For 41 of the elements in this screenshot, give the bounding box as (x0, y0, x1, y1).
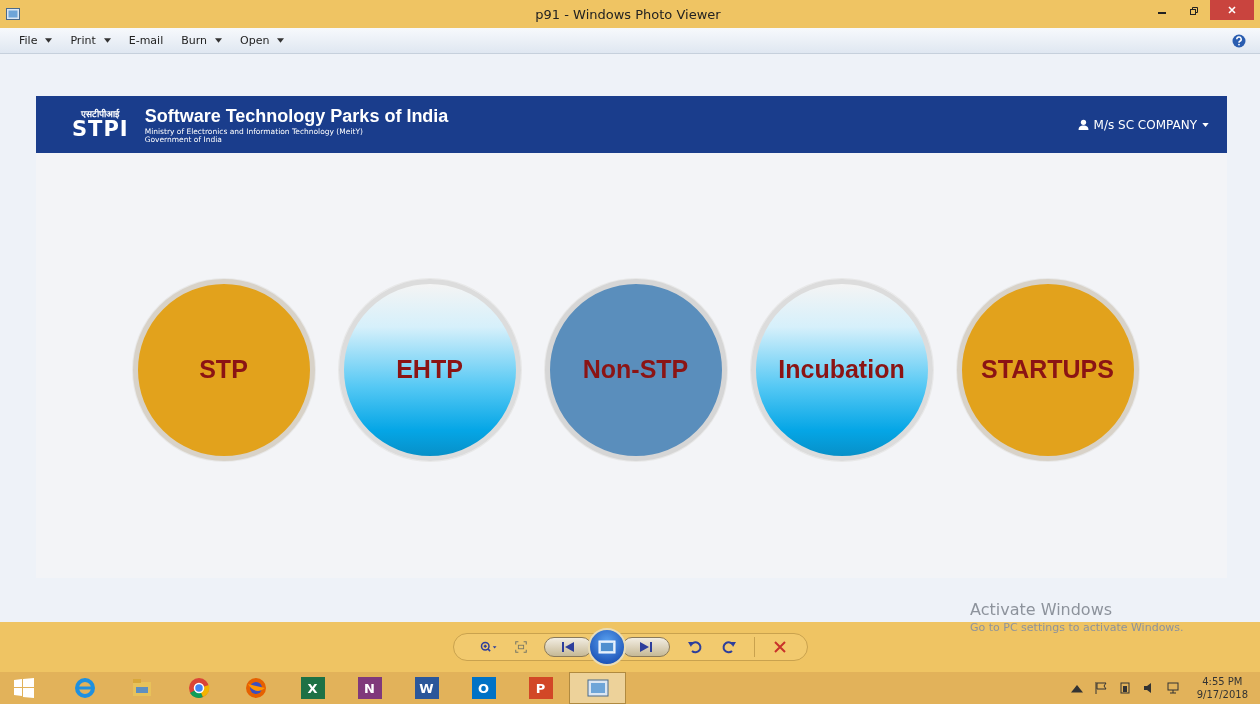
photo-viewer-icon (6, 8, 20, 20)
window-title: p91 - Windows Photo Viewer (534, 6, 722, 22)
logo-text: STPI (72, 118, 129, 140)
user-menu[interactable]: M/s SC COMPANY (1075, 115, 1211, 134)
activation-title: Activate Windows (970, 600, 1114, 619)
clock-time: 4:55 PM (1201, 675, 1244, 688)
browser-icon[interactable] (186, 676, 211, 700)
app-icon[interactable]: O (471, 677, 496, 699)
user-icon (1077, 119, 1089, 130)
close-icon (1227, 5, 1237, 15)
menu-item[interactable]: Burn (178, 32, 226, 49)
next-icon (638, 642, 653, 652)
category-tile[interactable]: EHTP (338, 278, 521, 461)
picture-icon (597, 640, 616, 654)
app-icon[interactable]: P (528, 677, 553, 699)
restore-icon (1189, 6, 1199, 16)
category-tile[interactable]: STARTUPS (956, 278, 1139, 461)
flag-icon[interactable] (1094, 682, 1107, 694)
clock-date: 9/17/2018 (1196, 688, 1248, 701)
slideshow-button[interactable] (587, 628, 626, 666)
menu-item[interactable]: Open (237, 32, 288, 49)
help-icon[interactable] (1232, 33, 1246, 48)
previous-icon (560, 642, 575, 652)
zoom-icon[interactable] (479, 639, 498, 655)
browser-icon[interactable] (243, 676, 268, 700)
menu-item[interactable]: Print (67, 32, 114, 49)
app-icon[interactable]: W (414, 677, 439, 699)
menu-item[interactable]: E-mail (125, 32, 167, 49)
start-icon[interactable] (14, 678, 34, 698)
app-icon[interactable]: X (300, 677, 325, 699)
logo-hindi-text: एसटीपीआई (81, 109, 120, 119)
menu-item[interactable]: File (16, 32, 56, 49)
category-tile[interactable]: STP (132, 278, 315, 461)
battery-icon[interactable] (1118, 682, 1131, 694)
rotate-left-icon[interactable] (685, 639, 704, 655)
site-title: Software Technology Parks of India (144, 105, 449, 127)
activation-text: Go to PC settings to activate Windows. (970, 621, 1184, 634)
network-icon[interactable] (1166, 682, 1179, 694)
caret-icon (1202, 122, 1209, 127)
app-icon[interactable]: N (357, 677, 382, 699)
category-tile[interactable]: Incubation (750, 278, 933, 461)
